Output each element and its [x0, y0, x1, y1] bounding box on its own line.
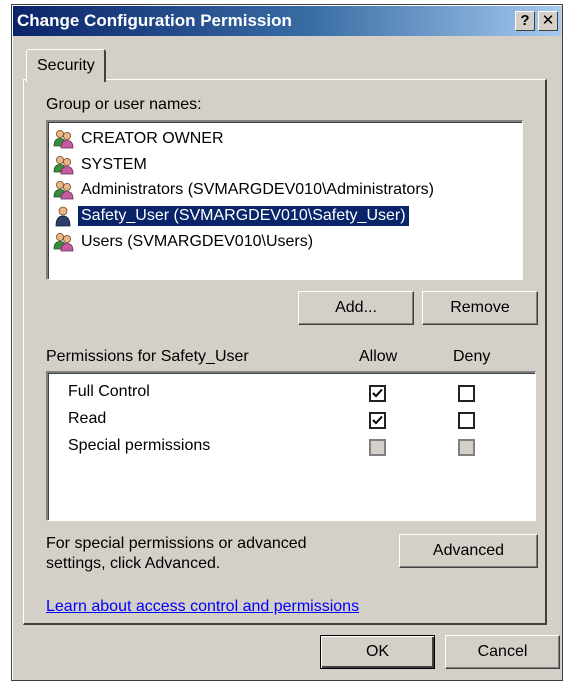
list-item[interactable]: SYSTEM	[52, 152, 150, 177]
user-name: SYSTEM	[81, 155, 147, 173]
user-name: Safety_User (SVMARGDEV010\Safety_User)	[77, 204, 410, 227]
group-icon	[52, 231, 74, 253]
list-item[interactable]: Administrators (SVMARGDEV010\Administrat…	[52, 177, 437, 202]
group-user-names-label: Group or user names:	[46, 96, 202, 113]
access-control-help-link[interactable]: Learn about access control and permissio…	[46, 598, 359, 616]
list-item-selected[interactable]: Safety_User (SVMARGDEV010\Safety_User)	[52, 203, 410, 228]
list-item[interactable]: CREATOR OWNER	[52, 126, 227, 151]
permission-label: Full Control	[68, 383, 150, 400]
permissions-header: Permissions for Safety_User	[46, 348, 249, 365]
special-deny-checkbox	[458, 439, 475, 456]
group-icon	[52, 154, 74, 176]
cancel-button[interactable]: Cancel	[445, 635, 560, 669]
read-deny-checkbox[interactable]	[458, 412, 475, 429]
tab-security-label: Security	[37, 57, 95, 74]
dialog-title: Change Configuration Permission	[17, 11, 292, 30]
security-tab-panel: Group or user names: CREATOR OWNER SYSTE…	[23, 79, 547, 625]
permission-label: Read	[68, 410, 107, 427]
title-bar[interactable]: Change Configuration Permission ? ✕	[13, 6, 561, 36]
ok-button[interactable]: OK	[320, 635, 435, 669]
user-name: CREATOR OWNER	[81, 129, 224, 147]
permission-row-read: Read	[68, 410, 106, 436]
permission-row-special: Special permissions	[68, 437, 210, 463]
help-button[interactable]: ?	[515, 11, 535, 31]
group-icon	[52, 179, 74, 201]
advanced-help-text: For special permissions or advanced sett…	[46, 535, 307, 572]
special-allow-checkbox	[369, 439, 386, 456]
group-icon	[52, 128, 74, 150]
add-button[interactable]: Add...	[298, 291, 414, 325]
deny-column-header: Deny	[453, 348, 491, 365]
full-control-deny-checkbox[interactable]	[458, 385, 475, 402]
user-name: Administrators (SVMARGDEV010\Administrat…	[81, 180, 434, 198]
user-list[interactable]: CREATOR OWNER SYSTEM Administrators (SVM…	[46, 120, 523, 280]
user-name: Users (SVMARGDEV010\Users)	[81, 232, 314, 250]
advanced-button[interactable]: Advanced	[399, 534, 538, 568]
permission-label: Special permissions	[68, 437, 211, 454]
permissions-list: Full Control Read Special permissions	[46, 371, 536, 521]
remove-button[interactable]: Remove	[422, 291, 538, 325]
read-allow-checkbox[interactable]	[369, 412, 386, 429]
allow-column-header: Allow	[359, 348, 398, 365]
list-item[interactable]: Users (SVMARGDEV010\Users)	[52, 229, 316, 254]
checkmark-icon	[372, 388, 383, 398]
checkmark-icon	[372, 415, 383, 425]
close-button[interactable]: ✕	[538, 11, 558, 31]
permission-dialog: Change Configuration Permission ? ✕ Secu…	[11, 4, 563, 681]
full-control-allow-checkbox[interactable]	[369, 385, 386, 402]
user-icon	[52, 205, 74, 227]
tab-security[interactable]: Security	[26, 49, 106, 82]
permission-row-full-control: Full Control	[68, 383, 150, 409]
